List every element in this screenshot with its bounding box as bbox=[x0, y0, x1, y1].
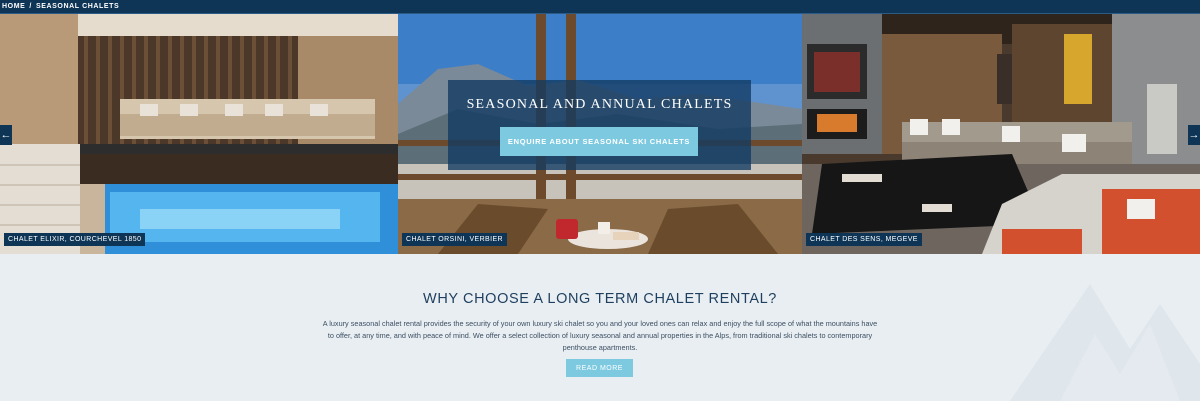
slide-caption: CHALET ORSINI, VERBIER bbox=[402, 233, 507, 246]
why-section: WHY CHOOSE A LONG TERM CHALET RENTAL? A … bbox=[0, 254, 1200, 401]
slide-caption: CHALET ELIXIR, COURCHEVEL 1850 bbox=[4, 233, 146, 246]
image-slider: CHALET ELIXIR, COURCHEVEL 1850 CHALET OR… bbox=[0, 14, 1200, 254]
arrow-left-icon[interactable]: ← bbox=[0, 125, 12, 145]
read-more-button[interactable]: READ MORE bbox=[566, 359, 633, 377]
section-body: A luxury seasonal chalet rental provides… bbox=[322, 319, 878, 352]
section-title: WHY CHOOSE A LONG TERM CHALET RENTAL? bbox=[423, 291, 777, 307]
breadcrumb-home-link[interactable]: HOME bbox=[2, 3, 25, 10]
hero-title: SEASONAL AND ANNUAL CHALETS bbox=[466, 97, 733, 112]
enquire-seasonal-chalets-button[interactable]: ENQUIRE ABOUT SEASONAL SKI CHALETS bbox=[500, 127, 698, 156]
arrow-right-icon[interactable]: → bbox=[1188, 125, 1200, 145]
breadcrumb-current: SEASONAL CHALETS bbox=[35, 3, 120, 10]
slide-chalet-elixir[interactable]: CHALET ELIXIR, COURCHEVEL 1850 bbox=[0, 14, 398, 254]
breadcrumb-separator: / bbox=[29, 3, 32, 10]
slide-chalet-des-sens[interactable]: CHALET DES SENS, MEGEVE bbox=[802, 14, 1200, 254]
hero-overlay: SEASONAL AND ANNUAL CHALETS ENQUIRE ABOU… bbox=[448, 80, 751, 170]
breadcrumb: HOME / SEASONAL CHALETS bbox=[0, 0, 1200, 14]
slide-caption: CHALET DES SENS, MEGEVE bbox=[806, 233, 922, 246]
mountain-watermark-icon bbox=[1010, 284, 1200, 401]
slide-image-living-room bbox=[802, 14, 1200, 254]
slide-image-pool bbox=[0, 14, 398, 254]
